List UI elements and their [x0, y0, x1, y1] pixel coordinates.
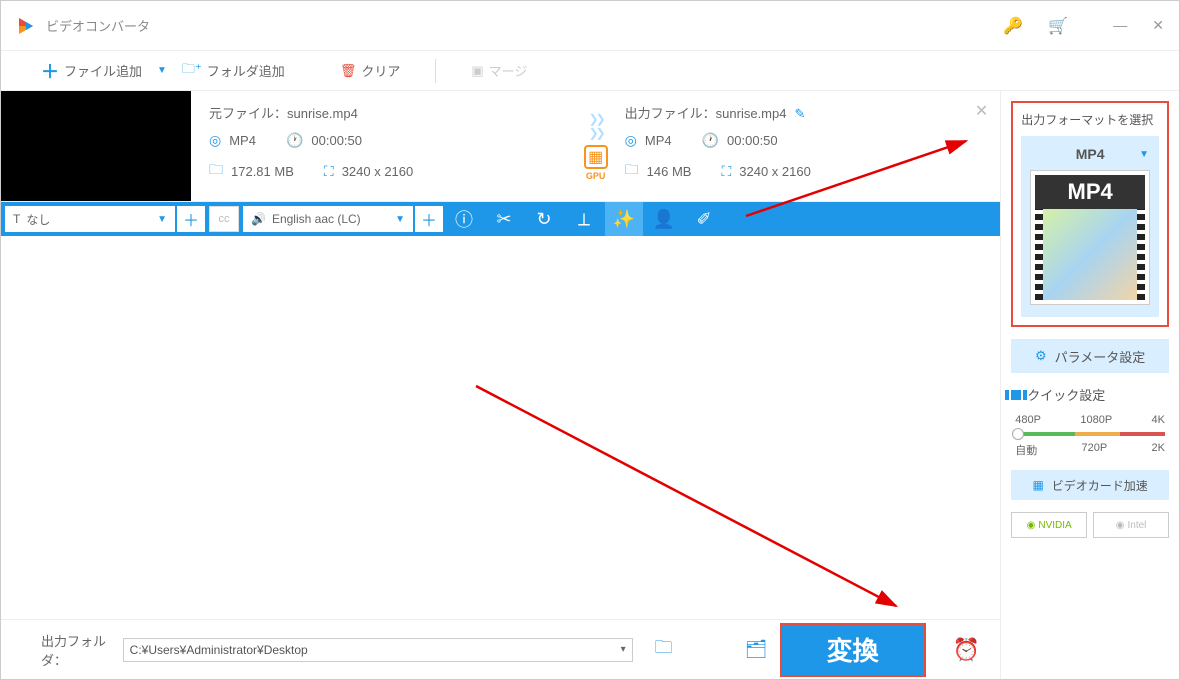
clock-icon: 🕐 [702, 132, 719, 149]
folder-plus-icon: 🗀⁺ [182, 60, 202, 82]
format-icon: ◎ [625, 132, 637, 149]
cut-button[interactable]: ✂ [485, 202, 523, 236]
rotate-button[interactable]: ↻ [525, 202, 563, 236]
close-button[interactable]: ✕ [1152, 17, 1164, 34]
merge-icon: ▣ [471, 63, 483, 79]
chevron-down-icon: ▼ [1139, 149, 1149, 160]
intel-card[interactable]: ◉ Intel [1093, 512, 1169, 538]
convert-button[interactable]: 変換 [780, 623, 926, 677]
add-file-button[interactable]: ＋ ファイル追加 [41, 58, 142, 84]
video-thumbnail[interactable] [1, 91, 191, 201]
watermark-button[interactable]: 👤 [645, 202, 683, 236]
key-icon[interactable]: 🔑 [1003, 16, 1023, 36]
trash-icon: 🗑 [340, 63, 357, 79]
crop-button[interactable]: ⟂ [565, 202, 603, 236]
chevron-right-icon: ❯❯ [589, 112, 603, 126]
parameter-settings-button[interactable]: ⚙ パラメータ設定 [1011, 339, 1169, 373]
browse-folder-button[interactable]: 🗂 [745, 639, 768, 660]
audio-track-select[interactable]: 🔊 English aac (LC) ▼ [243, 206, 413, 232]
folder-icon: 🗀 [625, 159, 639, 183]
quality-slider[interactable] [1015, 432, 1165, 436]
edit-icon[interactable]: ✎ [794, 106, 805, 121]
format-icon: ◎ [209, 132, 221, 149]
chevron-down-icon: ▼ [395, 214, 405, 225]
merge-button: ▣ マージ [471, 61, 527, 80]
minimize-button[interactable]: — [1113, 17, 1127, 34]
slider-icon [1011, 390, 1021, 400]
open-folder-button[interactable]: 🗀 [655, 635, 673, 665]
format-select-card[interactable]: MP4 ▼ MP4 [1021, 136, 1159, 317]
plus-icon: ＋ [41, 58, 59, 84]
cc-button[interactable]: cc [209, 206, 239, 232]
edit-button[interactable]: ✐ [685, 202, 723, 236]
add-subtitle-button[interactable]: ＋ [177, 206, 205, 232]
nvidia-card[interactable]: ◉ NVIDIA [1011, 512, 1087, 538]
gpu-chip-icon: ▦ [584, 145, 608, 169]
gpu-accel-button[interactable]: ▦ ビデオカード加速 [1011, 470, 1169, 500]
resolution-icon: ⛶ [324, 163, 334, 180]
format-thumbnail: MP4 [1030, 170, 1150, 305]
chevron-down-icon: ▼ [157, 214, 167, 225]
output-folder-input[interactable]: C:¥Users¥Administrator¥Desktop ▾ [123, 638, 633, 662]
slider-thumb[interactable] [1012, 428, 1024, 440]
add-audio-button[interactable]: ＋ [415, 206, 443, 232]
info-button[interactable]: ⓘ [445, 202, 483, 236]
file-row: 元ファイル：sunrise.mp4 ◎MP4 🕐00:00:50 🗀172.81… [1, 91, 1000, 202]
app-logo-icon [16, 16, 36, 36]
format-section-title: 出力フォーマットを選択 [1021, 111, 1159, 128]
clock-icon: 🕐 [286, 132, 303, 149]
intel-icon: ◉ [1116, 520, 1125, 531]
preset-labels-bottom: 自動 720P 2K [1011, 442, 1169, 458]
chevron-down-icon: ▾ [621, 644, 626, 655]
alarm-icon[interactable]: ⏰ [953, 637, 980, 663]
add-file-dropdown[interactable]: ▼ [157, 65, 167, 76]
clear-button[interactable]: 🗑 クリア [340, 61, 401, 80]
text-icon: T [13, 212, 20, 226]
subtitle-select[interactable]: T なし ▼ [5, 206, 175, 232]
chevron-right-icon: ❯❯ [589, 126, 603, 140]
preset-labels-top: 480P 1080P 4K [1011, 414, 1169, 426]
output-folder-label: 出力フォルダ： [41, 631, 111, 669]
add-folder-button[interactable]: 🗀⁺ フォルダ追加 [182, 60, 285, 82]
cart-icon[interactable]: 🛒 [1048, 16, 1068, 36]
resolution-icon: ⛶ [721, 163, 731, 180]
remove-file-button[interactable]: ✕ [975, 101, 988, 121]
nvidia-icon: ◉ [1027, 520, 1036, 531]
speaker-icon: 🔊 [251, 212, 266, 226]
output-format-section: 出力フォーマットを選択 MP4 ▼ MP4 [1011, 101, 1169, 327]
app-title: ビデオコンバータ [46, 16, 1003, 35]
settings-icon: ⚙ [1035, 348, 1047, 364]
folder-icon: 🗀 [209, 159, 223, 183]
effects-button[interactable]: ✨ [605, 202, 643, 236]
chip-icon: ▦ [1032, 478, 1043, 492]
